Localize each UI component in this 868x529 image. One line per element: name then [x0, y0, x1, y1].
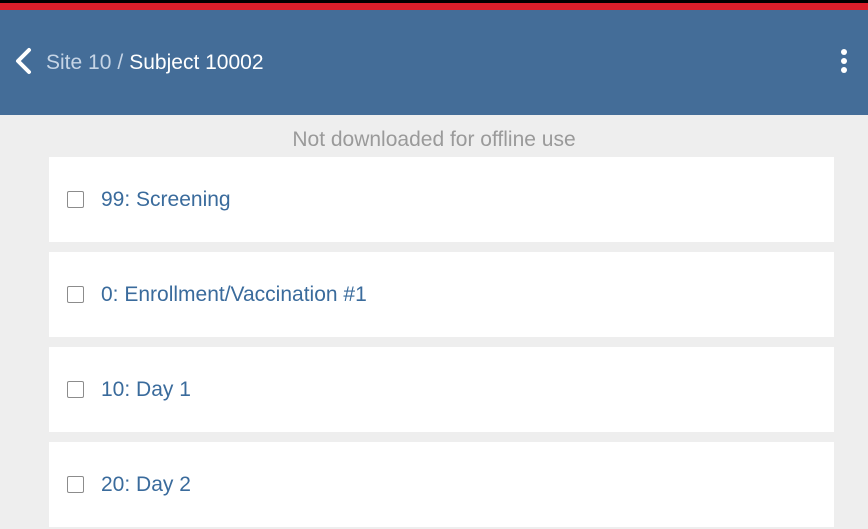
breadcrumb-site-link[interactable]: Site 10	[46, 51, 111, 75]
visit-checkbox[interactable]	[67, 286, 84, 303]
chevron-left-icon	[13, 47, 33, 80]
visit-item-day-2[interactable]: 20: Day 2	[49, 442, 834, 527]
visit-label: 10: Day 1	[101, 377, 191, 401]
visit-label: 99: Screening	[101, 187, 231, 211]
visit-item-day-1[interactable]: 10: Day 1	[49, 347, 834, 432]
visit-item-enrollment[interactable]: 0: Enrollment/Vaccination #1	[49, 252, 834, 337]
visit-checkbox[interactable]	[67, 381, 84, 398]
visit-checkbox[interactable]	[67, 191, 84, 208]
overflow-menu-button[interactable]	[832, 46, 856, 80]
breadcrumb-subject: Subject 10002	[129, 51, 264, 74]
offline-status-text: Not downloaded for offline use	[292, 128, 576, 151]
breadcrumb: Site 10 / Subject 10002	[46, 48, 264, 78]
breadcrumb-separator: /	[117, 51, 124, 74]
app-header: Site 10 / Subject 10002	[0, 10, 868, 115]
visit-checkbox[interactable]	[67, 476, 84, 493]
visit-label: 0: Enrollment/Vaccination #1	[101, 282, 367, 306]
back-button[interactable]	[10, 47, 36, 80]
visit-item-screening[interactable]: 99: Screening	[49, 157, 834, 242]
more-vertical-icon	[840, 47, 848, 80]
visit-label: 20: Day 2	[101, 472, 191, 496]
top-accent-bar	[0, 0, 868, 10]
